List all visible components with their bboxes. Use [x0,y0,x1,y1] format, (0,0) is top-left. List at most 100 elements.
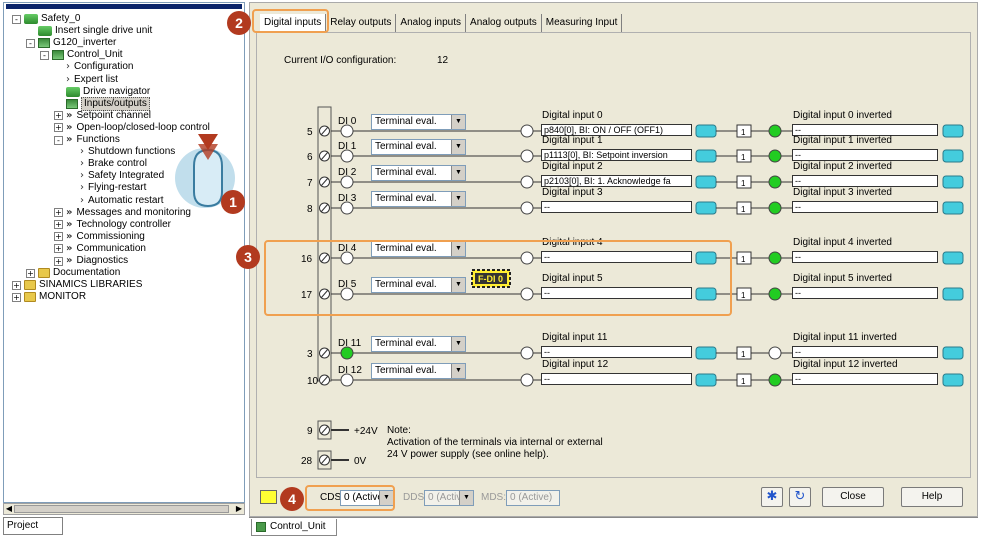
bico-input-field[interactable]: -- [541,346,694,360]
chevron-right-icon: › [66,73,70,85]
connector-icon[interactable] [942,124,964,138]
expand-icon[interactable]: + [26,268,35,278]
tree-item[interactable]: › Safety Integrated [68,170,164,182]
double-chevron-icon: » [66,121,73,133]
expand-icon[interactable]: + [54,111,63,121]
inverted-output-field[interactable]: -- [792,287,940,301]
double-chevron-icon: » [66,230,73,242]
expand-icon[interactable]: + [54,244,63,254]
inverted-led [768,251,782,265]
input-led [520,175,534,189]
tree-item[interactable]: › Expert list [54,74,118,86]
tree-item[interactable]: Inputs/outputs [54,96,150,111]
connector-icon[interactable] [695,124,717,138]
expand-icon[interactable]: + [54,220,63,230]
tab-measuring-input[interactable]: Measuring Input [542,14,623,32]
terminal-eval-select[interactable]: Terminal eval. ▼ [371,191,468,209]
chevron-down-icon: ▼ [451,115,465,129]
tab-analog-outputs[interactable]: Analog outputs [466,14,542,32]
scroll-left-icon[interactable]: ◀ [4,504,14,514]
expand-icon[interactable]: + [54,256,63,266]
tree-item[interactable]: +» Diagnostics [54,255,128,267]
tree-item-label: Control_Unit [67,49,123,61]
tree-item[interactable]: +» Communication [54,243,146,255]
tree-item[interactable]: › Configuration [54,61,133,73]
tree-item[interactable]: -» Functions [54,134,120,146]
connector-icon[interactable] [695,149,717,163]
tree-item-label: Documentation [53,267,121,279]
tree-item-label: Inputs/outputs [81,96,150,111]
connector-icon[interactable] [942,201,964,215]
collapse-icon[interactable]: - [40,50,49,60]
callout-box-di4-di5 [264,240,732,316]
collapse-icon[interactable]: - [12,14,21,24]
terminal-number: 10 [307,376,319,387]
tree-item[interactable]: +» Commissioning [54,231,145,243]
tree-item[interactable]: + MONITOR [12,291,86,303]
terminal-eval-select[interactable]: Terminal eval. ▼ [371,165,468,183]
tree-item[interactable]: + SINAMICS LIBRARIES [12,279,142,291]
inverted-led [768,201,782,215]
connector-icon[interactable] [695,346,717,360]
tab-control-unit[interactable]: Control_Unit [251,519,337,536]
di-led [340,175,354,189]
tree-item[interactable]: +» Technology controller [54,219,171,231]
tree-item-label: Expert list [74,73,118,85]
tree-item[interactable]: › Brake control [68,158,147,170]
collapse-icon[interactable]: - [54,135,63,145]
terminal-eval-select[interactable]: Terminal eval. ▼ [371,114,468,132]
connector-icon[interactable] [942,175,964,189]
inverted-output-field[interactable]: -- [792,201,940,215]
connector-icon[interactable] [695,373,717,387]
tree-item[interactable]: › Automatic restart [68,195,164,207]
tab-analog-inputs[interactable]: Analog inputs [396,14,467,32]
terminal-eval-select[interactable]: Terminal eval. ▼ [371,336,468,354]
device-config-icon[interactable]: ✱ [761,487,783,507]
inverter-label: 1 [741,350,746,359]
connector-icon[interactable] [942,287,964,301]
help-button[interactable]: Help [901,487,963,507]
inverted-output-field[interactable]: -- [792,346,940,360]
refresh-icon[interactable]: ↻ [789,487,811,507]
inverted-output-field[interactable]: -- [792,373,940,387]
connector-icon[interactable] [942,251,964,265]
tree-item[interactable]: - Control_Unit [40,49,123,61]
connector-icon[interactable] [942,149,964,163]
tree-item[interactable]: › Flying-restart [68,182,146,194]
terminal-eval-select[interactable]: Terminal eval. ▼ [371,363,468,381]
scrollbar-thumb[interactable] [14,505,229,513]
tab-relay-outputs[interactable]: Relay outputs [326,14,397,32]
digital-input-label: Digital input 11 [542,332,608,343]
close-button[interactable]: Close [822,487,884,507]
collapse-icon[interactable]: - [26,38,35,48]
connector-icon[interactable] [942,346,964,360]
bico-input-field[interactable]: -- [541,373,694,387]
inverted-label: Digital input 4 inverted [793,237,892,248]
double-chevron-icon: » [66,218,73,230]
expand-icon[interactable]: + [12,292,21,302]
expand-icon[interactable]: + [12,280,21,290]
expand-icon[interactable]: + [54,123,63,133]
tree-item[interactable]: +» Setpoint channel [54,110,151,122]
tree-item[interactable]: + Documentation [26,267,120,279]
chevron-right-icon: › [80,182,84,194]
project-tree[interactable]: - Safety_0 Insert single drive unit - G120_i… [3,2,245,503]
control-unit-icon [256,522,266,532]
expand-icon[interactable]: + [54,232,63,242]
tab-project[interactable]: Project [3,517,63,535]
tree-item[interactable]: Insert single drive unit [26,25,152,37]
inverted-output-field[interactable]: -- [792,251,940,265]
tree-item[interactable]: - G120_inverter [26,37,116,49]
terminal-eval-select[interactable]: Terminal eval. ▼ [371,139,468,157]
expand-icon[interactable]: + [54,208,63,218]
connector-icon[interactable] [695,201,717,215]
di-led [340,124,354,138]
tree-item[interactable]: - Safety_0 [12,13,80,25]
terminal-eval-value: Terminal eval. [375,167,437,178]
tree-horizontal-scrollbar[interactable]: ◀ ▶ [3,503,245,515]
tree-item-label: SINAMICS LIBRARIES [39,279,143,291]
connector-icon[interactable] [695,175,717,189]
connector-icon[interactable] [942,373,964,387]
scroll-right-icon[interactable]: ▶ [234,504,244,514]
bico-input-field[interactable]: -- [541,201,694,215]
